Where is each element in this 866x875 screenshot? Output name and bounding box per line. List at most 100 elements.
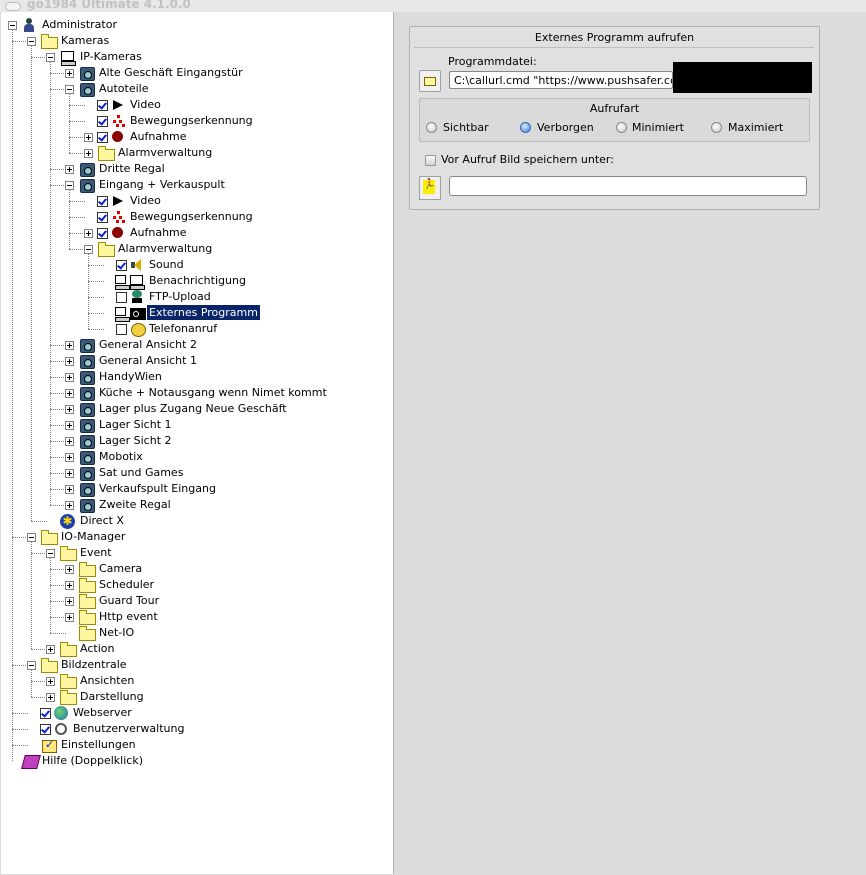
notification-checkbox-icon[interactable]	[115, 274, 130, 290]
tree-item[interactable]: Aufnahme	[1, 225, 391, 241]
tree-expand-icon[interactable]	[84, 229, 93, 238]
tree-expand-icon[interactable]	[46, 693, 55, 702]
tree-item-checkbox[interactable]	[97, 212, 108, 223]
tree-item-checkbox[interactable]	[97, 196, 108, 207]
tree-expand-icon[interactable]	[65, 341, 74, 350]
tree-expand-icon[interactable]	[84, 149, 93, 158]
tree-item-checkbox[interactable]	[97, 100, 108, 111]
tree-item[interactable]: General Ansicht 2	[1, 337, 391, 353]
tree-expand-icon[interactable]	[65, 565, 74, 574]
tree-item[interactable]: Darstellung	[1, 689, 391, 705]
tree-item-checkbox[interactable]	[116, 324, 127, 335]
tree-item[interactable]: Lager plus Zugang Neue Geschäft	[1, 401, 391, 417]
tree-item-checkbox[interactable]	[97, 228, 108, 239]
tree-item[interactable]: Camera	[1, 561, 391, 577]
tree-expand-icon[interactable]	[65, 581, 74, 590]
tree-item[interactable]: IP-Kameras	[1, 49, 391, 66]
tree-expand-icon[interactable]	[65, 373, 74, 382]
tree-item[interactable]: Video	[1, 97, 391, 113]
tree-item[interactable]: Verkaufspult Eingang	[1, 481, 391, 497]
tree-item[interactable]: Externes Programm	[1, 305, 391, 322]
tree-item[interactable]: Action	[1, 641, 391, 657]
save-image-checkbox[interactable]	[425, 155, 436, 166]
tree-expand-icon[interactable]	[65, 469, 74, 478]
tree-expand-icon[interactable]	[65, 69, 74, 78]
tree-expand-icon[interactable]	[65, 597, 74, 606]
tree-item[interactable]: HandyWien	[1, 369, 391, 385]
tree-item[interactable]: Einstellungen	[1, 737, 391, 753]
tree-item[interactable]: Event	[1, 545, 391, 561]
tree-item[interactable]: Video	[1, 193, 391, 209]
tree-item[interactable]: Zweite Regal	[1, 497, 391, 513]
tree-collapse-icon[interactable]	[27, 661, 36, 670]
tree-item[interactable]: Sound	[1, 257, 391, 273]
tree-item[interactable]: Kameras	[1, 33, 391, 49]
tree-item[interactable]: Aufnahme	[1, 129, 391, 145]
tree-item[interactable]: Bildzentrale	[1, 657, 391, 673]
tree-collapse-icon[interactable]	[46, 549, 55, 558]
tree-expand-icon[interactable]	[46, 645, 55, 654]
tree-item-checkbox[interactable]	[116, 260, 127, 271]
tree-item[interactable]: Lager Sicht 2	[1, 433, 391, 449]
radio-verborgen[interactable]	[520, 122, 531, 133]
tree-expand-icon[interactable]	[65, 613, 74, 622]
tree-collapse-icon[interactable]	[65, 181, 74, 190]
browse-program-button[interactable]	[419, 70, 441, 92]
notification-checkbox-icon[interactable]	[115, 306, 130, 322]
tree-item[interactable]: General Ansicht 1	[1, 353, 391, 369]
tree-item[interactable]: Telefonanruf	[1, 321, 391, 337]
radio-maximiert[interactable]	[711, 122, 722, 133]
tree-expand-icon[interactable]	[65, 165, 74, 174]
tree-item[interactable]: Ansichten	[1, 673, 391, 689]
tree-item-checkbox[interactable]	[97, 132, 108, 143]
tree-item[interactable]: Net-IO	[1, 625, 391, 641]
tree-item[interactable]: Mobotix	[1, 449, 391, 465]
tree-item[interactable]: Scheduler	[1, 577, 391, 593]
tree-item[interactable]: FTP-Upload	[1, 289, 391, 305]
tree-item[interactable]: Guard Tour	[1, 593, 391, 609]
tree-item[interactable]: Http event	[1, 609, 391, 625]
tree-collapse-icon[interactable]	[65, 85, 74, 94]
tree-item[interactable]: ✱ Direct X	[1, 513, 391, 529]
tree-expand-icon[interactable]	[65, 453, 74, 462]
tree-item[interactable]: Dritte Regal	[1, 161, 391, 177]
tree-collapse-icon[interactable]	[46, 53, 55, 62]
save-image-path-input[interactable]	[449, 176, 807, 196]
tree-item[interactable]: Alarmverwaltung	[1, 241, 391, 257]
tree-item[interactable]: Benutzerverwaltung	[1, 721, 391, 737]
tree-item[interactable]: Hilfe (Doppelklick)	[1, 753, 391, 769]
tree-collapse-icon[interactable]	[8, 21, 17, 30]
tree-expand-icon[interactable]	[46, 677, 55, 686]
tree-item[interactable]: Alarmverwaltung	[1, 145, 391, 161]
tree-item[interactable]: Bewegungserkennung	[1, 113, 391, 129]
tree-item[interactable]: Autoteile	[1, 81, 391, 97]
tree-item[interactable]: Webserver	[1, 705, 391, 721]
tree-expand-icon[interactable]	[65, 357, 74, 366]
radio-minimiert[interactable]	[616, 122, 627, 133]
tree-item[interactable]: Benachrichtigung	[1, 273, 391, 290]
program-file-input[interactable]: C:\callurl.cmd "https://www.pushsafer.co…	[449, 71, 673, 89]
tree-item[interactable]: Administrator	[1, 17, 391, 33]
navigation-tree[interactable]: Administrator Kameras IP-Kameras Alte Gesch…	[1, 12, 394, 874]
tree-item-checkbox[interactable]	[40, 724, 51, 735]
tree-item[interactable]: Lager Sicht 1	[1, 417, 391, 433]
tree-item[interactable]: Alte Geschäft Eingangstür	[1, 65, 391, 81]
tree-expand-icon[interactable]	[84, 133, 93, 142]
tree-expand-icon[interactable]	[65, 389, 74, 398]
tree-item-checkbox[interactable]	[97, 116, 108, 127]
run-browse-button[interactable]	[419, 176, 441, 200]
window-pill-icon[interactable]	[5, 2, 21, 11]
tree-collapse-icon[interactable]	[27, 533, 36, 542]
tree-item[interactable]: Eingang + Verkauspult	[1, 177, 391, 193]
tree-expand-icon[interactable]	[65, 405, 74, 414]
tree-item[interactable]: Bewegungserkennung	[1, 209, 391, 225]
tree-item[interactable]: Sat und Games	[1, 465, 391, 481]
tree-collapse-icon[interactable]	[27, 37, 36, 46]
tree-item-checkbox[interactable]	[40, 708, 51, 719]
tree-expand-icon[interactable]	[65, 421, 74, 430]
tree-expand-icon[interactable]	[65, 485, 74, 494]
radio-sichtbar[interactable]	[426, 122, 437, 133]
tree-item[interactable]: Küche + Notausgang wenn Nimet kommt	[1, 385, 391, 401]
tree-item[interactable]: IO-Manager	[1, 529, 391, 545]
tree-expand-icon[interactable]	[65, 501, 74, 510]
